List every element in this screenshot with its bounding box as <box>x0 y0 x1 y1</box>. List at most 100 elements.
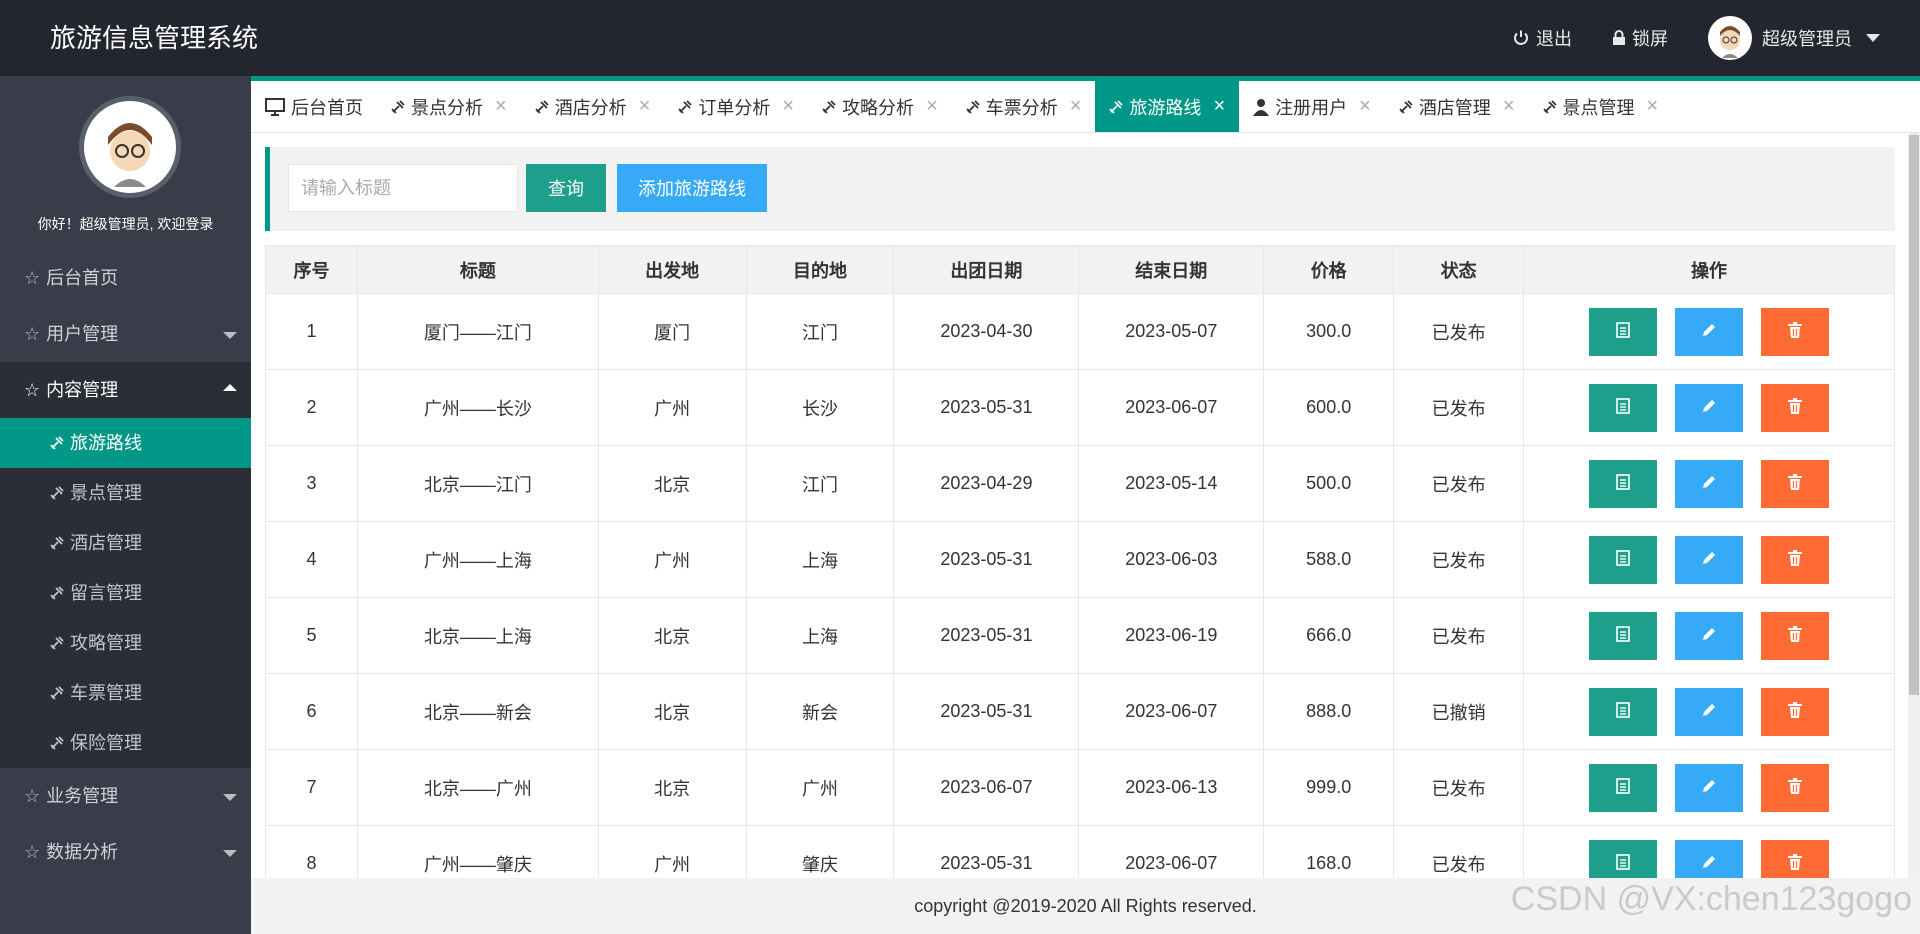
actions-cell <box>1523 445 1895 522</box>
chevron-down-icon <box>1866 34 1880 42</box>
table-cell: 北京——上海 <box>356 597 599 674</box>
star-icon: ☆ <box>24 268 41 288</box>
tools-icon <box>1109 99 1124 114</box>
table-cell: 上海 <box>745 597 895 674</box>
sidebar-item-business-management[interactable]: ☆ 业务管理 <box>0 768 251 824</box>
star-icon: ☆ <box>24 324 41 344</box>
table-cell: 2023-05-14 <box>1078 445 1265 522</box>
sidebar-item-label: 业务管理 <box>46 786 119 806</box>
close-icon[interactable]: × <box>1213 95 1225 118</box>
logout-button[interactable]: 退出 <box>1512 25 1572 51</box>
table-cell: 广州 <box>597 521 747 598</box>
edit-button[interactable] <box>1675 307 1744 356</box>
edit-button[interactable] <box>1675 611 1744 660</box>
view-button[interactable] <box>1589 459 1658 508</box>
delete-button[interactable] <box>1761 307 1830 356</box>
tab-routes[interactable]: 旅游路线 × <box>1095 81 1240 132</box>
sidebar-subitem-label: 旅游路线 <box>70 433 142 453</box>
edit-button[interactable] <box>1675 459 1744 508</box>
actions-cell <box>1523 673 1895 750</box>
trash-icon <box>1788 702 1803 721</box>
header-actions: 退出 锁屏 超级管理员 <box>1512 0 1920 76</box>
view-button[interactable] <box>1589 611 1658 660</box>
sidebar-subitem-scenic[interactable]: 景点管理 <box>0 468 251 518</box>
monitor-icon <box>265 97 285 116</box>
pencil-icon <box>1701 854 1717 873</box>
tab-ticket-analysis[interactable]: 车票分析 × <box>952 81 1096 132</box>
tab-scenic-analysis[interactable]: 景点分析 × <box>377 81 521 132</box>
sidebar-subitem-insurance[interactable]: 保险管理 <box>0 718 251 768</box>
delete-button[interactable] <box>1761 839 1830 878</box>
tab-dashboard[interactable]: 后台首页 <box>251 81 377 132</box>
tab-hotel-management[interactable]: 酒店管理 × <box>1385 81 1529 132</box>
close-icon[interactable]: × <box>639 95 651 118</box>
add-route-button[interactable]: 添加旅游路线 <box>617 164 767 212</box>
tab-guide-analysis[interactable]: 攻略分析 × <box>808 81 952 132</box>
tools-icon <box>822 99 836 114</box>
routes-table: 序号 标题 出发地 目的地 出团日期 结束日期 价格 状态 操作 1 厦门——江门… <box>265 245 1895 878</box>
trash-icon <box>1788 854 1803 873</box>
table-cell: 3 <box>265 445 358 522</box>
close-icon[interactable]: × <box>1070 95 1082 118</box>
close-icon[interactable]: × <box>1503 95 1515 118</box>
sidebar-item-content-management[interactable]: ☆ 内容管理 <box>0 362 251 418</box>
close-icon[interactable]: × <box>1359 95 1371 118</box>
table-cell: 北京 <box>597 445 747 522</box>
query-button[interactable]: 查询 <box>526 164 606 212</box>
watermark: CSDN @VX:chen123gogo <box>1510 880 1912 918</box>
sidebar-subitem-routes[interactable]: 旅游路线 <box>0 418 251 468</box>
view-button[interactable] <box>1589 839 1658 878</box>
table-cell: 广州——长沙 <box>356 369 599 446</box>
sidebar-subitem-tickets[interactable]: 车票管理 <box>0 668 251 718</box>
edit-button[interactable] <box>1675 383 1744 432</box>
sidebar-subitem-messages[interactable]: 留言管理 <box>0 568 251 618</box>
delete-button[interactable] <box>1761 459 1830 508</box>
delete-button[interactable] <box>1761 687 1830 736</box>
document-icon <box>1616 854 1630 873</box>
sidebar-item-label: 后台首页 <box>46 268 119 288</box>
search-input[interactable] <box>288 164 518 212</box>
tab-registered-users[interactable]: 注册用户 × <box>1239 81 1385 132</box>
sidebar-subitem-label: 保险管理 <box>70 733 142 753</box>
document-icon <box>1616 550 1630 569</box>
tab-order-analysis[interactable]: 订单分析 × <box>664 81 808 132</box>
close-icon[interactable]: × <box>495 95 507 118</box>
sidebar-item-dashboard[interactable]: ☆ 后台首页 <box>0 250 251 306</box>
sidebar-subitem-guides[interactable]: 攻略管理 <box>0 618 251 668</box>
close-icon[interactable]: × <box>926 95 938 118</box>
table-cell: 999.0 <box>1263 749 1395 826</box>
tab-hotel-analysis[interactable]: 酒店分析 × <box>521 81 665 132</box>
table-cell: 已发布 <box>1393 597 1525 674</box>
delete-button[interactable] <box>1761 535 1830 584</box>
tab-bar: 后台首页 景点分析 × 酒店分析 × 订单分析 × 攻略分析 × 车票分析 × … <box>251 76 1920 133</box>
scroll-thumb[interactable] <box>1909 135 1919 695</box>
table-cell: 江门 <box>745 445 895 522</box>
trash-icon <box>1788 398 1803 417</box>
table-row: 8 广州——肇庆 广州 肇庆 2023-05-31 2023-06-07 168.0 已发布 <box>265 825 1895 878</box>
delete-button[interactable] <box>1761 383 1830 432</box>
scrollbar[interactable] <box>1908 133 1920 878</box>
table-cell: 168.0 <box>1263 825 1395 878</box>
user-menu[interactable]: 超级管理员 <box>1708 16 1880 60</box>
view-button[interactable] <box>1589 307 1658 356</box>
edit-button[interactable] <box>1675 763 1744 812</box>
view-button[interactable] <box>1589 383 1658 432</box>
lock-screen-button[interactable]: 锁屏 <box>1612 25 1668 51</box>
view-button[interactable] <box>1589 535 1658 584</box>
edit-button[interactable] <box>1675 687 1744 736</box>
delete-button[interactable] <box>1761 763 1830 812</box>
close-icon[interactable]: × <box>1647 95 1659 118</box>
edit-button[interactable] <box>1675 839 1744 878</box>
sidebar-subitem-hotel[interactable]: 酒店管理 <box>0 518 251 568</box>
actions-cell <box>1523 749 1895 826</box>
view-button[interactable] <box>1589 687 1658 736</box>
sidebar-item-user-management[interactable]: ☆ 用户管理 <box>0 306 251 362</box>
view-button[interactable] <box>1589 763 1658 812</box>
tab-scenic-management[interactable]: 景点管理 × <box>1529 81 1673 132</box>
close-icon[interactable]: × <box>782 95 794 118</box>
sidebar-item-data-analysis[interactable]: ☆ 数据分析 <box>0 824 251 880</box>
edit-button[interactable] <box>1675 535 1744 584</box>
table-cell: 北京 <box>597 749 747 826</box>
content-submenu: 旅游路线 景点管理 酒店管理 留言管理 攻略管理 车票管理 保险管理 <box>0 418 251 768</box>
delete-button[interactable] <box>1761 611 1830 660</box>
